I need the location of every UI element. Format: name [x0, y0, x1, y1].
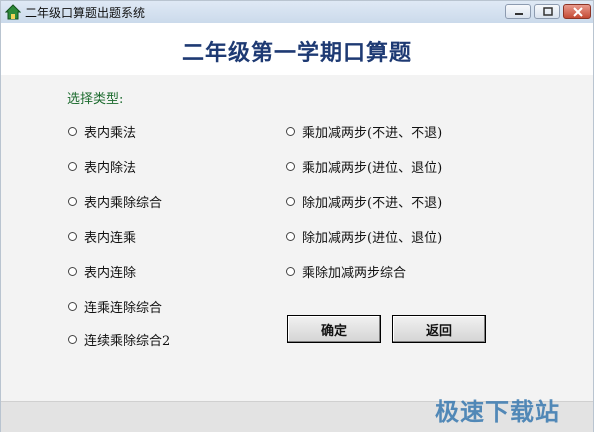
- option-label: 表内连乘: [84, 230, 137, 246]
- radio-button[interactable]: [68, 334, 77, 344]
- option-mul-div-add-sub-mixed[interactable]: 乘除加减两步综合: [286, 262, 407, 281]
- option-label: 除加减两步(进位、退位): [302, 230, 443, 246]
- radio-button[interactable]: [286, 126, 295, 136]
- radio-button[interactable]: [68, 266, 77, 276]
- option-label: 乘除加减两步综合: [302, 265, 407, 281]
- option-div-add-sub-no-carry[interactable]: 除加减两步(不进、不退): [286, 192, 443, 211]
- option-label: 表内连除: [84, 265, 137, 281]
- maximize-button[interactable]: [534, 4, 560, 19]
- minimize-icon: [515, 13, 523, 15]
- option-div-add-sub-carry[interactable]: 除加减两步(进位、退位): [286, 227, 443, 246]
- title-bar[interactable]: 二年级口算题出题系统: [1, 1, 593, 24]
- radio-button[interactable]: [286, 161, 295, 171]
- minimize-button[interactable]: [505, 4, 531, 19]
- option-label: 表内乘除综合: [84, 195, 163, 211]
- option-table-multiplication[interactable]: 表内乘法: [68, 122, 137, 141]
- option-label: 连续乘除综合2: [84, 333, 171, 349]
- option-table-division[interactable]: 表内除法: [68, 157, 137, 176]
- option-continuous-mul-div-mixed[interactable]: 连乘连除综合: [68, 297, 163, 316]
- window-title: 二年级口算题出题系统: [25, 6, 146, 20]
- close-button[interactable]: [563, 4, 591, 19]
- page-title: 二年级第一学期口算题: [181, 40, 412, 66]
- option-label: 乘加减两步(进位、退位): [302, 160, 443, 176]
- option-label: 表内除法: [84, 160, 137, 176]
- house-app-icon: [4, 4, 22, 20]
- option-table-continuous-div[interactable]: 表内连除: [68, 262, 137, 281]
- maximize-icon: [543, 7, 553, 16]
- back-button[interactable]: 返回: [392, 315, 486, 343]
- option-table-mul-div-mixed[interactable]: 表内乘除综合: [68, 192, 163, 211]
- option-label: 乘加减两步(不进、不退): [302, 125, 443, 141]
- radio-button[interactable]: [68, 196, 77, 206]
- confirm-button[interactable]: 确定: [287, 315, 381, 343]
- section-label: 选择类型:: [67, 92, 124, 107]
- option-continuous-mul-div-mixed-2[interactable]: 连续乘除综合2: [68, 330, 171, 349]
- watermark-logo: 极速下载站: [435, 398, 560, 426]
- option-table-continuous-mul[interactable]: 表内连乘: [68, 227, 137, 246]
- option-label: 表内乘法: [84, 125, 137, 141]
- radio-button[interactable]: [68, 126, 77, 136]
- radio-button[interactable]: [286, 266, 295, 276]
- close-icon: [573, 7, 583, 17]
- radio-button[interactable]: [68, 301, 77, 311]
- radio-button[interactable]: [286, 196, 295, 206]
- option-mul-add-sub-no-carry[interactable]: 乘加减两步(不进、不退): [286, 122, 443, 141]
- radio-button[interactable]: [286, 231, 295, 241]
- app-window: 二年级口算题出题系统 二年级第一学期口算题 选择类型: 表内乘法 表内除法 表内…: [0, 0, 594, 432]
- radio-button[interactable]: [68, 231, 77, 241]
- radio-button[interactable]: [68, 161, 77, 171]
- option-mul-add-sub-carry[interactable]: 乘加减两步(进位、退位): [286, 157, 443, 176]
- option-label: 除加减两步(不进、不退): [302, 195, 443, 211]
- option-label: 连乘连除综合: [84, 300, 163, 316]
